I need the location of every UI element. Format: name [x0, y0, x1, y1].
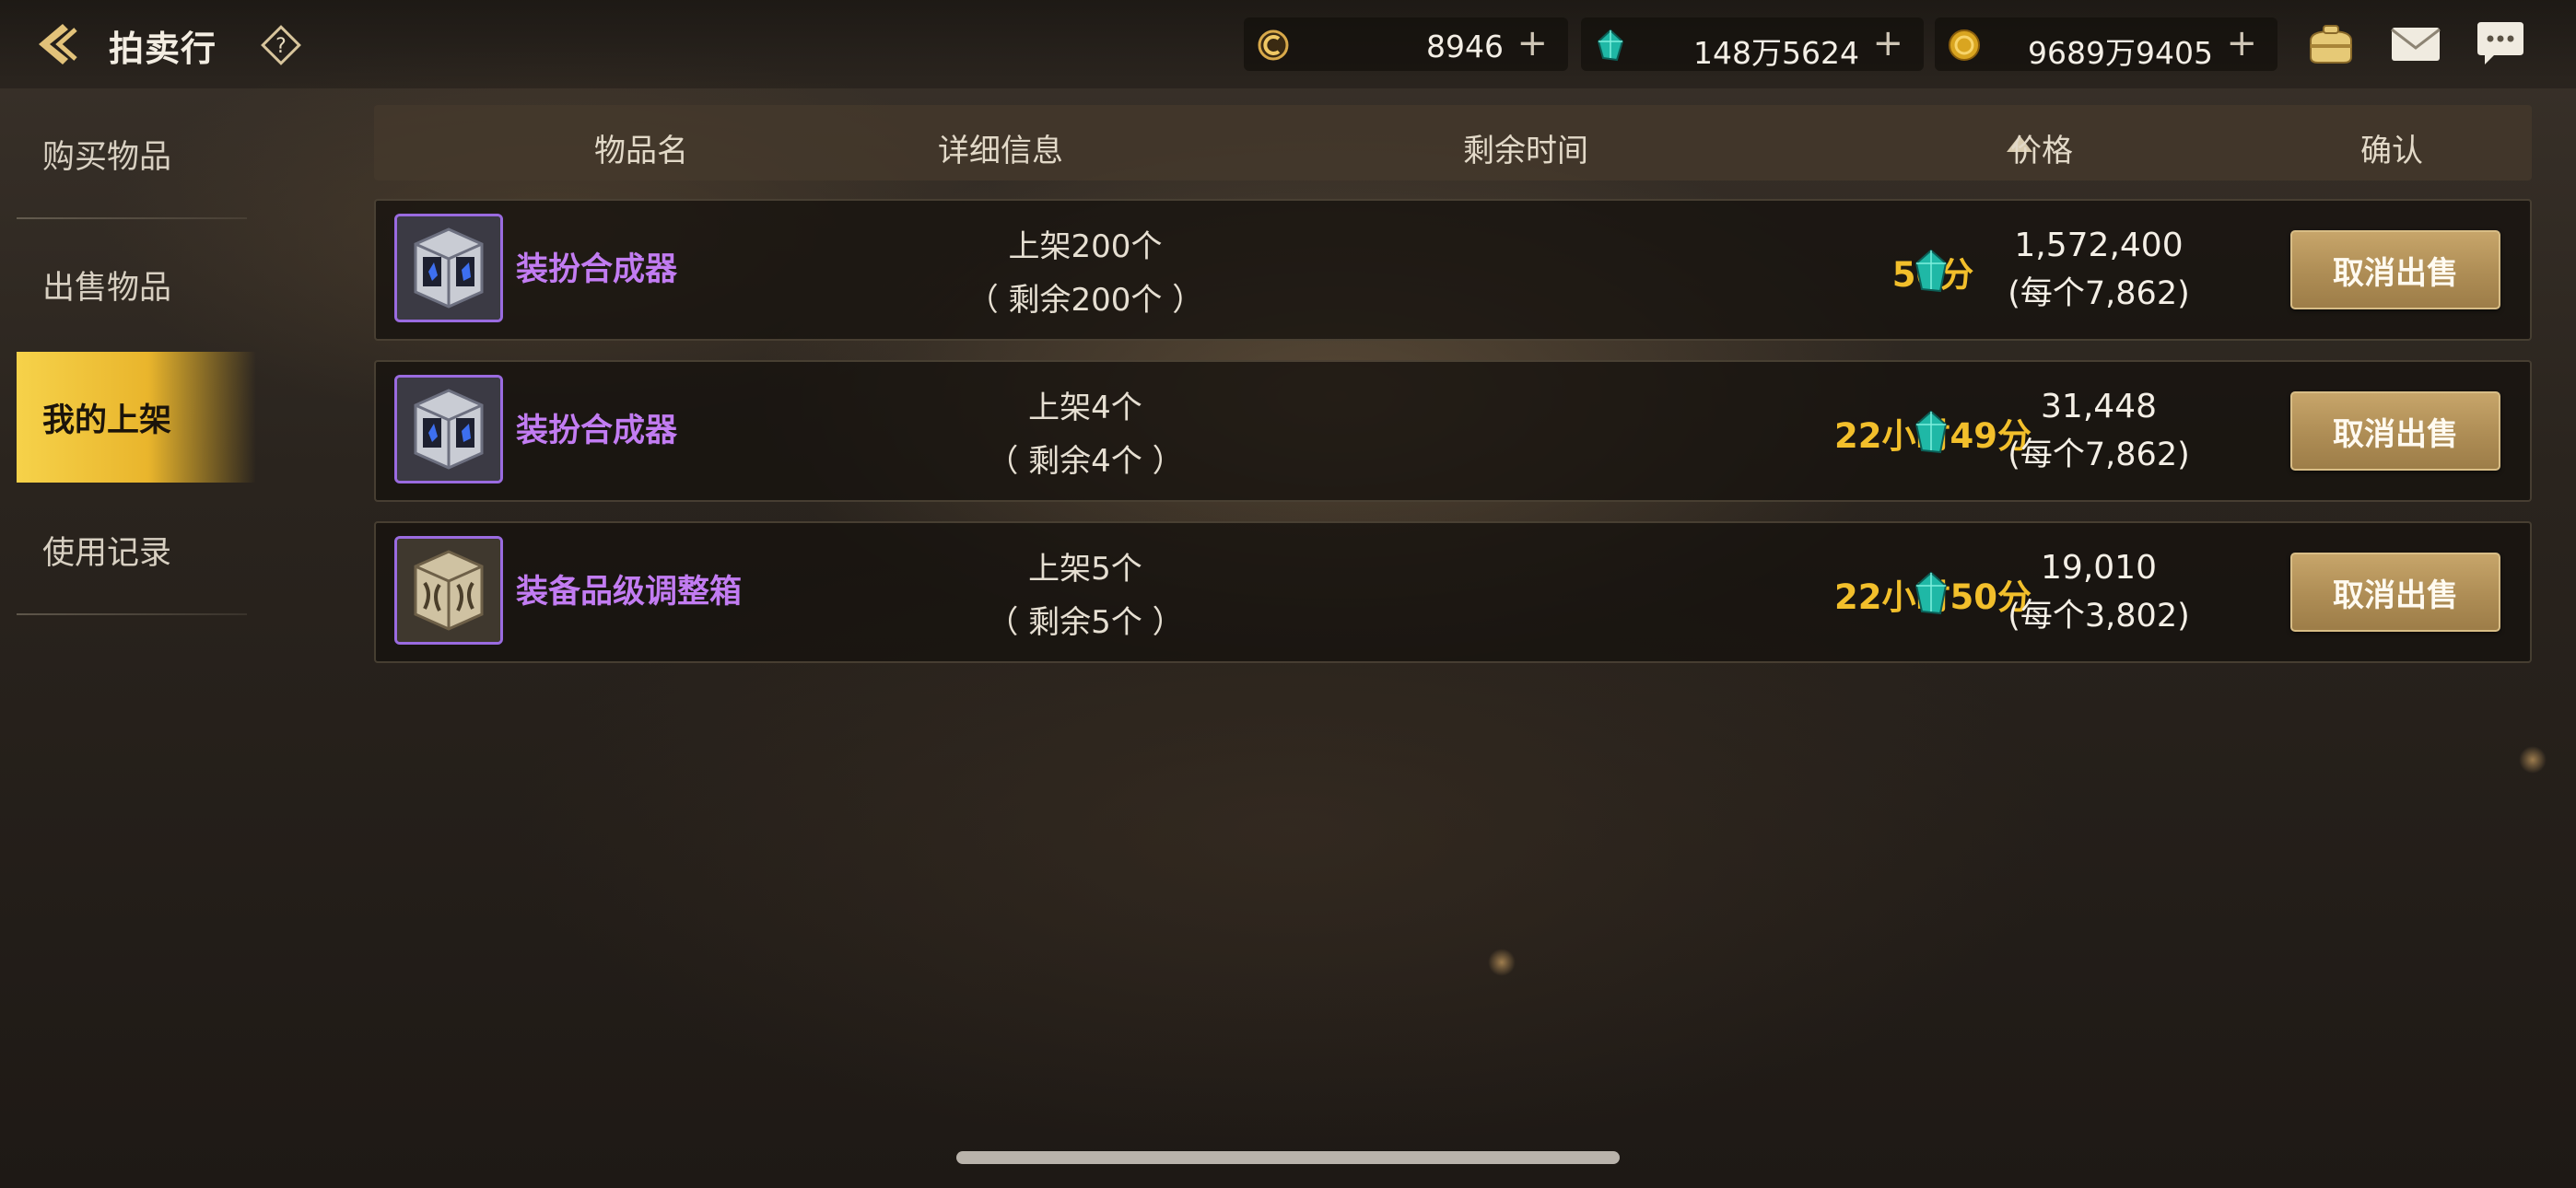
sidebar: 购买物品 出售物品 我的上架 使用记录 — [17, 88, 256, 615]
item-name: 装扮合成器 — [516, 251, 678, 288]
teal-gem-icon — [1914, 249, 1948, 293]
unit-price: (每个7,862) — [2008, 275, 2190, 312]
table-header: 物品名 详细信息 剩余时间 价格 确认 — [374, 105, 2532, 181]
back-button[interactable] — [31, 17, 87, 72]
background-glow — [1488, 949, 1516, 976]
teal-gem-icon — [1914, 410, 1948, 454]
chat-button[interactable] — [2471, 17, 2530, 72]
column-header-item-name[interactable]: 物品名 — [512, 125, 770, 170]
cancel-sale-button[interactable]: 取消出售 — [2290, 391, 2500, 471]
mail-icon — [2391, 28, 2441, 61]
column-header-remaining-time[interactable]: 剩余时间 — [1397, 125, 1655, 170]
remaining-quantity: （ 剩余4个 ） — [987, 443, 1184, 480]
table-row[interactable]: 装扮合成器 上架200个 （ 剩余200个 ） 50分 1,572,400 (每… — [374, 199, 2532, 341]
back-arrow-icon — [39, 24, 77, 64]
listed-quantity: 上架4个 — [1028, 390, 1142, 426]
table-row[interactable]: 装扮合成器 上架4个 （ 剩余4个 ） 22小时49分 31,448 (每个7,… — [374, 360, 2532, 502]
sidebar-item-sell[interactable]: 出售物品 — [17, 219, 256, 350]
unit-price: (每个3,802) — [2008, 598, 2190, 635]
home-indicator[interactable] — [956, 1151, 1620, 1164]
sidebar-item-label: 我的上架 — [42, 402, 172, 439]
currency-value: 9689万9405 — [2028, 35, 2213, 71]
currency-gold: 9689万9405 + — [1935, 17, 2277, 71]
teal-gem-icon — [1914, 571, 1948, 615]
sidebar-item-usage-history[interactable]: 使用记录 — [17, 484, 256, 615]
total-price: 1,572,400 — [2014, 227, 2184, 264]
remaining-quantity: （ 剩余200个 ） — [966, 282, 1204, 319]
item-name: 装备品级调整箱 — [516, 574, 743, 611]
costume-synthesizer-icon[interactable] — [394, 375, 503, 483]
total-price: 31,448 — [2041, 388, 2157, 425]
purse-icon — [2310, 25, 2352, 64]
listed-quantity: 上架5个 — [1028, 551, 1142, 588]
table-row[interactable]: 装备品级调整箱 上架5个 （ 剩余5个 ） 22小时50分 19,010 (每个… — [374, 521, 2532, 663]
sidebar-item-label: 使用记录 — [42, 534, 172, 572]
cancel-sale-button[interactable]: 取消出售 — [2290, 553, 2500, 632]
currency-gem: 148万5624 + — [1581, 17, 1924, 71]
coin-c-icon — [1258, 29, 1289, 61]
sidebar-item-label: 出售物品 — [42, 269, 172, 307]
add-currency-button[interactable]: + — [2226, 25, 2257, 62]
gold-coin-icon — [1949, 29, 1980, 61]
teal-gem-icon — [1597, 29, 1624, 62]
remaining-quantity: （ 剩余5个 ） — [987, 604, 1184, 641]
total-price: 19,010 — [2041, 549, 2157, 587]
sidebar-item-label: 购买物品 — [42, 138, 172, 176]
currency-value: 8946 — [1426, 29, 1504, 64]
column-header-confirm: 确认 — [2360, 133, 2423, 169]
help-icon: ? — [261, 25, 301, 65]
sidebar-item-my-listings[interactable]: 我的上架 — [17, 352, 256, 483]
item-name: 装扮合成器 — [516, 413, 678, 449]
mail-button[interactable] — [2386, 17, 2445, 72]
unit-price: (每个7,862) — [2008, 437, 2190, 473]
column-header-details[interactable]: 详细信息 — [872, 125, 1130, 170]
add-currency-button[interactable]: + — [1516, 25, 1548, 62]
background-glow — [2519, 746, 2547, 774]
purse-button[interactable] — [2301, 17, 2360, 72]
listed-quantity: 上架200个 — [1008, 228, 1163, 265]
divider — [17, 613, 247, 615]
add-currency-button[interactable]: + — [1872, 25, 1903, 62]
currency-value: 148万5624 — [1693, 35, 1859, 71]
top-bar: 拍卖行 ? 8946 + 148万5624 + 9689万9405 + — [0, 0, 2576, 88]
help-button[interactable]: ? — [258, 22, 304, 68]
cancel-sale-button[interactable]: 取消出售 — [2290, 230, 2500, 309]
page-title: 拍卖行 — [109, 29, 217, 69]
costume-synthesizer-icon[interactable] — [394, 214, 503, 322]
chat-icon — [2477, 22, 2523, 64]
sidebar-item-buy[interactable]: 购买物品 — [17, 88, 256, 219]
column-header-price[interactable]: 价格 — [1913, 125, 2171, 170]
currency-coin: 8946 + — [1244, 17, 1568, 71]
equipment-grade-box-icon[interactable] — [394, 536, 503, 645]
svg-text:?: ? — [275, 35, 287, 58]
